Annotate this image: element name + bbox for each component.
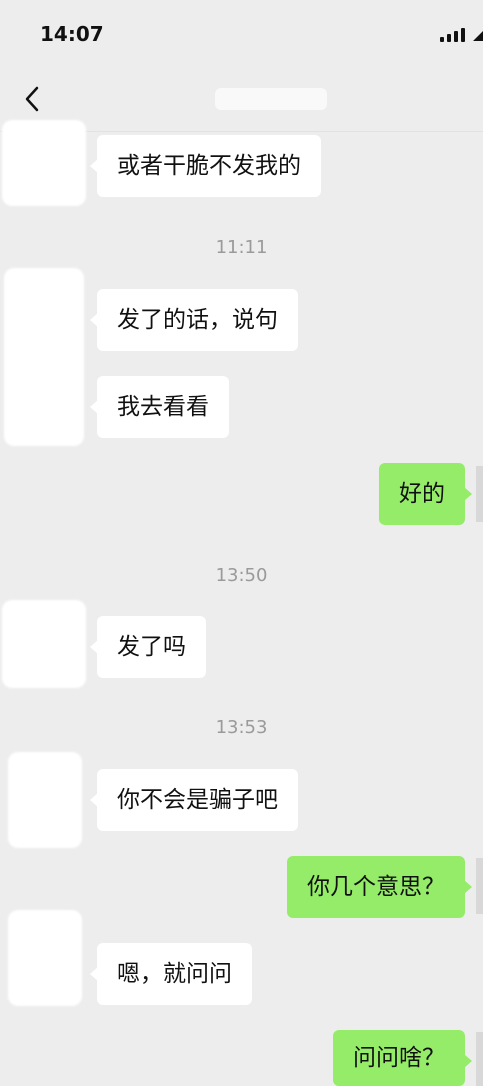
contact-name-redacted[interactable] xyxy=(215,88,327,110)
chevron-left-icon xyxy=(25,86,39,112)
outgoing-message-bubble[interactable]: 好的 xyxy=(379,463,472,525)
signal-strength-icon xyxy=(440,26,470,42)
avatar-redacted[interactable] xyxy=(4,268,84,446)
avatar-redacted[interactable] xyxy=(8,752,82,848)
incoming-message-bubble[interactable]: 我去看看 xyxy=(90,376,229,438)
self-avatar[interactable] xyxy=(476,858,483,914)
incoming-message-bubble[interactable]: 发了的话，说句 xyxy=(90,289,298,351)
outgoing-message-bubble[interactable]: 问问啥？ xyxy=(333,1030,472,1086)
avatar-redacted[interactable] xyxy=(2,600,86,688)
message-timestamp: 13:50 xyxy=(215,565,268,586)
incoming-message-bubble[interactable]: 发了吗 xyxy=(90,616,206,678)
self-avatar[interactable] xyxy=(476,1032,483,1086)
incoming-message-bubble[interactable]: 你不会是骗子吧 xyxy=(90,769,298,831)
status-bar: 14:07 ◢ xyxy=(0,0,483,64)
avatar-redacted[interactable] xyxy=(2,120,86,206)
status-time: 14:07 xyxy=(40,22,104,46)
message-timestamp: 13:53 xyxy=(215,717,268,738)
self-avatar[interactable] xyxy=(476,466,483,522)
back-button[interactable] xyxy=(18,84,48,114)
message-timestamp: 11:11 xyxy=(215,237,268,258)
incoming-message-bubble[interactable]: 或者干脆不发我的 xyxy=(90,135,321,197)
incoming-message-bubble[interactable]: 嗯，就问问 xyxy=(90,943,252,1005)
avatar-redacted[interactable] xyxy=(8,910,82,1006)
outgoing-message-bubble[interactable]: 你几个意思？ xyxy=(287,856,472,918)
wifi-icon: ◢ xyxy=(473,24,483,43)
